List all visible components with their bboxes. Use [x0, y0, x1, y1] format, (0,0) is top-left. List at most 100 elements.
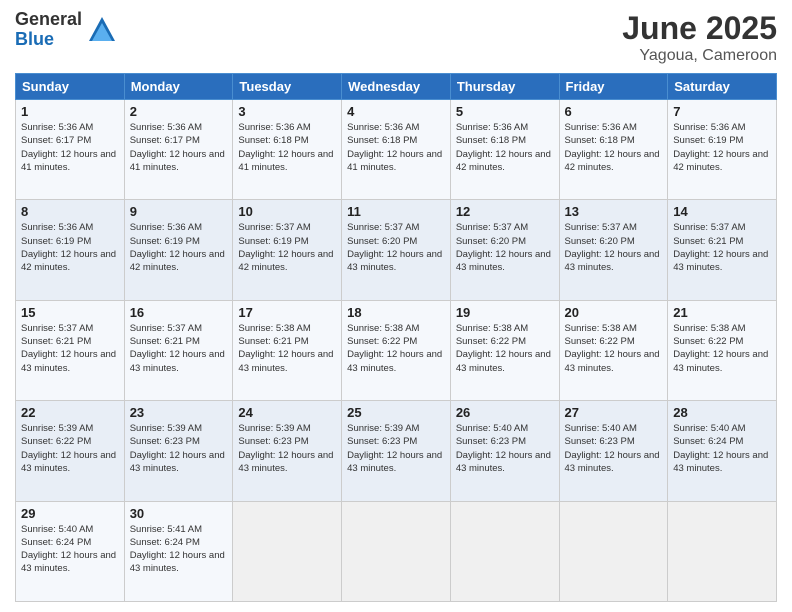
- day-number: 15: [21, 305, 119, 320]
- day-number: 24: [238, 405, 336, 420]
- day-detail: Sunrise: 5:38 AMSunset: 6:21 PMDaylight:…: [238, 322, 336, 375]
- day-detail: Sunrise: 5:41 AMSunset: 6:24 PMDaylight:…: [130, 523, 228, 576]
- col-tuesday: Tuesday: [233, 74, 342, 100]
- cell-jun20: 20 Sunrise: 5:38 AMSunset: 6:22 PMDaylig…: [559, 300, 668, 400]
- cell-jun25: 25 Sunrise: 5:39 AMSunset: 6:23 PMDaylig…: [342, 401, 451, 501]
- calendar-row-2: 8 Sunrise: 5:36 AMSunset: 6:19 PMDayligh…: [16, 200, 777, 300]
- day-detail: Sunrise: 5:36 AMSunset: 6:18 PMDaylight:…: [238, 121, 336, 174]
- cell-jun19: 19 Sunrise: 5:38 AMSunset: 6:22 PMDaylig…: [450, 300, 559, 400]
- logo-text: General Blue: [15, 10, 82, 50]
- day-number: 11: [347, 204, 445, 219]
- day-detail: Sunrise: 5:38 AMSunset: 6:22 PMDaylight:…: [347, 322, 445, 375]
- cell-jun11: 11 Sunrise: 5:37 AMSunset: 6:20 PMDaylig…: [342, 200, 451, 300]
- col-thursday: Thursday: [450, 74, 559, 100]
- month-title: June 2025: [622, 10, 777, 47]
- day-detail: Sunrise: 5:38 AMSunset: 6:22 PMDaylight:…: [673, 322, 771, 375]
- cell-jun21: 21 Sunrise: 5:38 AMSunset: 6:22 PMDaylig…: [668, 300, 777, 400]
- cell-jun7: 7 Sunrise: 5:36 AMSunset: 6:19 PMDayligh…: [668, 100, 777, 200]
- day-detail: Sunrise: 5:37 AMSunset: 6:20 PMDaylight:…: [347, 221, 445, 274]
- cell-jun15: 15 Sunrise: 5:37 AMSunset: 6:21 PMDaylig…: [16, 300, 125, 400]
- cell-jun18: 18 Sunrise: 5:38 AMSunset: 6:22 PMDaylig…: [342, 300, 451, 400]
- logo-icon: [85, 13, 119, 47]
- day-number: 25: [347, 405, 445, 420]
- cell-jun5: 5 Sunrise: 5:36 AMSunset: 6:18 PMDayligh…: [450, 100, 559, 200]
- col-friday: Friday: [559, 74, 668, 100]
- day-number: 16: [130, 305, 228, 320]
- cell-jun3: 3 Sunrise: 5:36 AMSunset: 6:18 PMDayligh…: [233, 100, 342, 200]
- cell-jun23: 23 Sunrise: 5:39 AMSunset: 6:23 PMDaylig…: [124, 401, 233, 501]
- cell-jun12: 12 Sunrise: 5:37 AMSunset: 6:20 PMDaylig…: [450, 200, 559, 300]
- cell-jun10: 10 Sunrise: 5:37 AMSunset: 6:19 PMDaylig…: [233, 200, 342, 300]
- day-detail: Sunrise: 5:37 AMSunset: 6:21 PMDaylight:…: [673, 221, 771, 274]
- day-number: 6: [565, 104, 663, 119]
- day-number: 13: [565, 204, 663, 219]
- cell-jun26: 26 Sunrise: 5:40 AMSunset: 6:23 PMDaylig…: [450, 401, 559, 501]
- day-number: 1: [21, 104, 119, 119]
- cell-jun27: 27 Sunrise: 5:40 AMSunset: 6:23 PMDaylig…: [559, 401, 668, 501]
- day-detail: Sunrise: 5:36 AMSunset: 6:19 PMDaylight:…: [673, 121, 771, 174]
- day-detail: Sunrise: 5:36 AMSunset: 6:18 PMDaylight:…: [565, 121, 663, 174]
- day-detail: Sunrise: 5:40 AMSunset: 6:23 PMDaylight:…: [565, 422, 663, 475]
- day-detail: Sunrise: 5:39 AMSunset: 6:23 PMDaylight:…: [347, 422, 445, 475]
- day-detail: Sunrise: 5:37 AMSunset: 6:21 PMDaylight:…: [130, 322, 228, 375]
- cell-empty-1: [233, 501, 342, 601]
- day-detail: Sunrise: 5:38 AMSunset: 6:22 PMDaylight:…: [456, 322, 554, 375]
- header: General Blue June 2025 Yagoua, Cameroon: [15, 10, 777, 65]
- day-number: 23: [130, 405, 228, 420]
- cell-empty-5: [668, 501, 777, 601]
- calendar-table: Sunday Monday Tuesday Wednesday Thursday…: [15, 73, 777, 602]
- day-detail: Sunrise: 5:40 AMSunset: 6:23 PMDaylight:…: [456, 422, 554, 475]
- cell-jun22: 22 Sunrise: 5:39 AMSunset: 6:22 PMDaylig…: [16, 401, 125, 501]
- day-number: 30: [130, 506, 228, 521]
- day-detail: Sunrise: 5:40 AMSunset: 6:24 PMDaylight:…: [21, 523, 119, 576]
- day-number: 20: [565, 305, 663, 320]
- day-number: 7: [673, 104, 771, 119]
- day-number: 4: [347, 104, 445, 119]
- cell-jun16: 16 Sunrise: 5:37 AMSunset: 6:21 PMDaylig…: [124, 300, 233, 400]
- logo: General Blue: [15, 10, 119, 50]
- day-detail: Sunrise: 5:40 AMSunset: 6:24 PMDaylight:…: [673, 422, 771, 475]
- calendar-row-1: 1 Sunrise: 5:36 AMSunset: 6:17 PMDayligh…: [16, 100, 777, 200]
- day-number: 3: [238, 104, 336, 119]
- day-number: 9: [130, 204, 228, 219]
- day-detail: Sunrise: 5:36 AMSunset: 6:17 PMDaylight:…: [21, 121, 119, 174]
- cell-jun13: 13 Sunrise: 5:37 AMSunset: 6:20 PMDaylig…: [559, 200, 668, 300]
- calendar-row-4: 22 Sunrise: 5:39 AMSunset: 6:22 PMDaylig…: [16, 401, 777, 501]
- calendar-header-row: Sunday Monday Tuesday Wednesday Thursday…: [16, 74, 777, 100]
- cell-jun17: 17 Sunrise: 5:38 AMSunset: 6:21 PMDaylig…: [233, 300, 342, 400]
- day-number: 26: [456, 405, 554, 420]
- logo-blue: Blue: [15, 30, 82, 50]
- cell-empty-4: [559, 501, 668, 601]
- col-wednesday: Wednesday: [342, 74, 451, 100]
- cell-jun24: 24 Sunrise: 5:39 AMSunset: 6:23 PMDaylig…: [233, 401, 342, 501]
- location: Yagoua, Cameroon: [622, 47, 777, 65]
- cell-jun2: 2 Sunrise: 5:36 AMSunset: 6:17 PMDayligh…: [124, 100, 233, 200]
- day-detail: Sunrise: 5:39 AMSunset: 6:23 PMDaylight:…: [238, 422, 336, 475]
- day-number: 8: [21, 204, 119, 219]
- day-number: 29: [21, 506, 119, 521]
- day-number: 14: [673, 204, 771, 219]
- day-detail: Sunrise: 5:36 AMSunset: 6:18 PMDaylight:…: [347, 121, 445, 174]
- day-number: 28: [673, 405, 771, 420]
- cell-empty-3: [450, 501, 559, 601]
- cell-jun30: 30 Sunrise: 5:41 AMSunset: 6:24 PMDaylig…: [124, 501, 233, 601]
- day-detail: Sunrise: 5:37 AMSunset: 6:20 PMDaylight:…: [565, 221, 663, 274]
- day-number: 22: [21, 405, 119, 420]
- day-number: 2: [130, 104, 228, 119]
- calendar-row-5: 29 Sunrise: 5:40 AMSunset: 6:24 PMDaylig…: [16, 501, 777, 601]
- calendar-row-3: 15 Sunrise: 5:37 AMSunset: 6:21 PMDaylig…: [16, 300, 777, 400]
- day-detail: Sunrise: 5:39 AMSunset: 6:23 PMDaylight:…: [130, 422, 228, 475]
- day-detail: Sunrise: 5:36 AMSunset: 6:18 PMDaylight:…: [456, 121, 554, 174]
- cell-jun29: 29 Sunrise: 5:40 AMSunset: 6:24 PMDaylig…: [16, 501, 125, 601]
- cell-jun6: 6 Sunrise: 5:36 AMSunset: 6:18 PMDayligh…: [559, 100, 668, 200]
- cell-jun28: 28 Sunrise: 5:40 AMSunset: 6:24 PMDaylig…: [668, 401, 777, 501]
- day-detail: Sunrise: 5:37 AMSunset: 6:21 PMDaylight:…: [21, 322, 119, 375]
- cell-jun1: 1 Sunrise: 5:36 AMSunset: 6:17 PMDayligh…: [16, 100, 125, 200]
- day-detail: Sunrise: 5:36 AMSunset: 6:19 PMDaylight:…: [21, 221, 119, 274]
- day-detail: Sunrise: 5:38 AMSunset: 6:22 PMDaylight:…: [565, 322, 663, 375]
- cell-jun9: 9 Sunrise: 5:36 AMSunset: 6:19 PMDayligh…: [124, 200, 233, 300]
- page: General Blue June 2025 Yagoua, Cameroon …: [0, 0, 792, 612]
- day-number: 18: [347, 305, 445, 320]
- day-number: 17: [238, 305, 336, 320]
- day-number: 12: [456, 204, 554, 219]
